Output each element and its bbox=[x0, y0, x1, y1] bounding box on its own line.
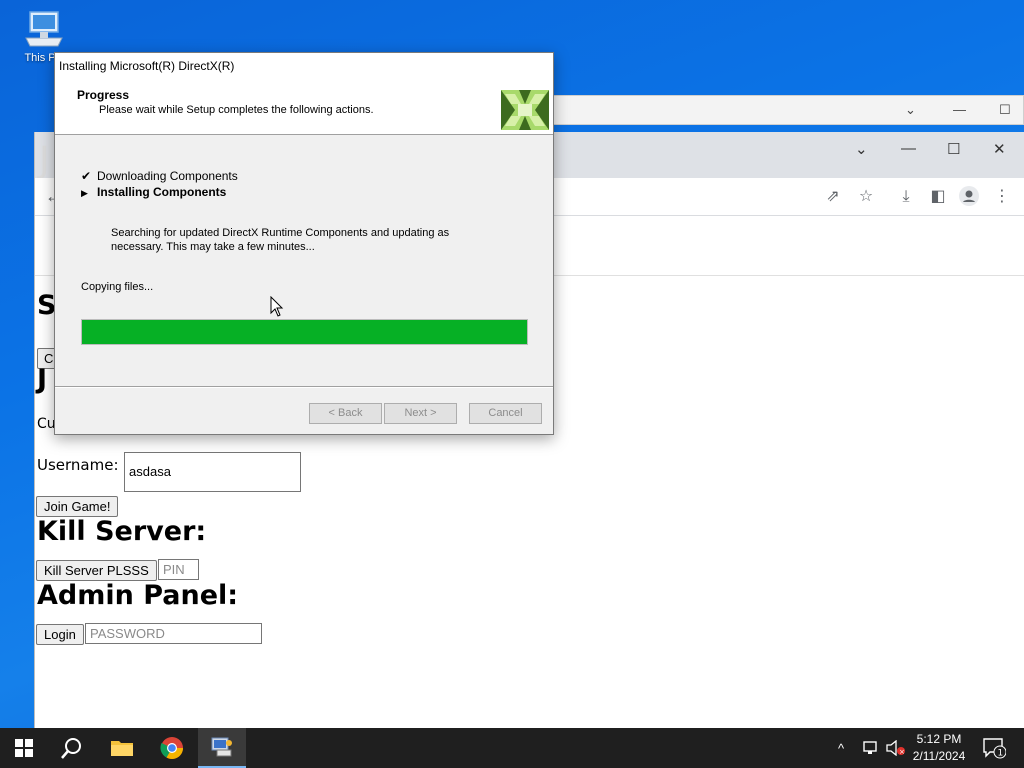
install-progress-bar bbox=[81, 319, 528, 345]
chrome-taskbar-button[interactable] bbox=[148, 728, 196, 768]
taskbar: ^ × 5:12 PM 2/11/2024 1 bbox=[0, 728, 1024, 768]
dialog-description: Searching for updated DirectX Runtime Co… bbox=[111, 227, 450, 253]
download-icon[interactable]: ⤓ bbox=[895, 186, 917, 208]
side-panel-icon[interactable]: ◧ bbox=[927, 186, 949, 208]
notifications-button[interactable]: 1 bbox=[982, 728, 1006, 768]
status-text: Copying files... bbox=[81, 281, 154, 293]
chevron-down-icon[interactable]: ⌄ bbox=[905, 102, 916, 118]
next-button[interactable]: Next > bbox=[384, 403, 457, 424]
step-downloading: ✔ Downloading Components bbox=[81, 169, 238, 183]
minimize-icon[interactable]: — bbox=[953, 102, 966, 117]
volume-muted-icon[interactable]: × bbox=[886, 728, 906, 768]
share-icon[interactable]: ⇗ bbox=[822, 186, 844, 208]
folder-icon bbox=[111, 741, 133, 756]
step-installing: ▶ Installing Components bbox=[81, 185, 227, 199]
directx-logo-icon bbox=[501, 90, 549, 130]
network-icon[interactable] bbox=[862, 728, 880, 768]
tab-fragment: J bbox=[39, 140, 50, 181]
clock-time: 5:12 PM bbox=[916, 732, 962, 746]
start-button[interactable] bbox=[0, 728, 48, 768]
join-game-button[interactable]: Join Game! bbox=[36, 496, 119, 517]
search-icon bbox=[61, 738, 81, 759]
dialog-header-title: Progress bbox=[77, 88, 130, 102]
setup-icon bbox=[211, 737, 232, 757]
svg-text:×: × bbox=[899, 748, 905, 756]
current-text: Cu bbox=[37, 416, 56, 432]
search-button[interactable] bbox=[48, 728, 96, 768]
current-step-arrow-icon: ▶ bbox=[81, 188, 88, 198]
dialog-header-subtitle: Please wait while Setup completes the fo… bbox=[99, 104, 374, 116]
kill-server-button[interactable]: Kill Server PLSSS bbox=[36, 560, 157, 581]
progress-fill bbox=[82, 320, 527, 344]
windows-logo-icon bbox=[15, 739, 33, 757]
cancel-button[interactable]: Cancel bbox=[469, 403, 542, 424]
menu-kebab-icon[interactable]: ⋮ bbox=[991, 186, 1013, 208]
profile-avatar-icon[interactable] bbox=[958, 186, 980, 208]
dialog-title: Installing Microsoft(R) DirectX(R) bbox=[55, 53, 553, 79]
background-window-titlebar: ⌄ — ☐ bbox=[552, 95, 1024, 125]
maximize-icon[interactable]: ☐ bbox=[999, 102, 1011, 118]
tab-search-chevron-icon[interactable]: ⌄ bbox=[855, 140, 868, 158]
notification-icon: 1 bbox=[983, 738, 1006, 759]
password-input[interactable]: PASSWORD bbox=[85, 623, 262, 644]
pin-input[interactable]: PIN bbox=[158, 559, 199, 580]
kill-server-heading: Kill Server: bbox=[37, 516, 207, 547]
maximize-icon[interactable]: ☐ bbox=[947, 140, 960, 158]
computer-icon bbox=[25, 11, 63, 47]
svg-text:1: 1 bbox=[998, 749, 1004, 759]
close-icon[interactable]: ✕ bbox=[993, 140, 1006, 158]
minimize-icon[interactable]: — bbox=[901, 140, 916, 157]
mouse-cursor-icon bbox=[270, 296, 284, 317]
directx-installer-dialog: Installing Microsoft(R) DirectX(R) Progr… bbox=[54, 52, 554, 435]
dialog-header: Progress Please wait while Setup complet… bbox=[55, 79, 553, 135]
username-label: Username: bbox=[37, 456, 119, 474]
username-input[interactable]: asdasa bbox=[124, 452, 301, 492]
login-button[interactable]: Login bbox=[36, 624, 84, 645]
checkmark-icon: ✔ bbox=[81, 169, 92, 183]
dialog-separator bbox=[55, 386, 553, 388]
heading-j: J bbox=[37, 364, 48, 395]
back-button[interactable]: < Back bbox=[309, 403, 382, 424]
taskbar-clock[interactable]: 5:12 PM 2/11/2024 bbox=[906, 731, 972, 765]
file-explorer-button[interactable] bbox=[98, 728, 146, 768]
show-hidden-icons-chevron[interactable]: ^ bbox=[838, 728, 844, 768]
admin-panel-heading: Admin Panel: bbox=[37, 580, 239, 611]
bookmark-star-icon[interactable]: ☆ bbox=[855, 186, 877, 208]
installer-taskbar-button[interactable] bbox=[198, 728, 246, 768]
clock-date: 2/11/2024 bbox=[912, 749, 966, 763]
chrome-icon bbox=[160, 737, 183, 759]
